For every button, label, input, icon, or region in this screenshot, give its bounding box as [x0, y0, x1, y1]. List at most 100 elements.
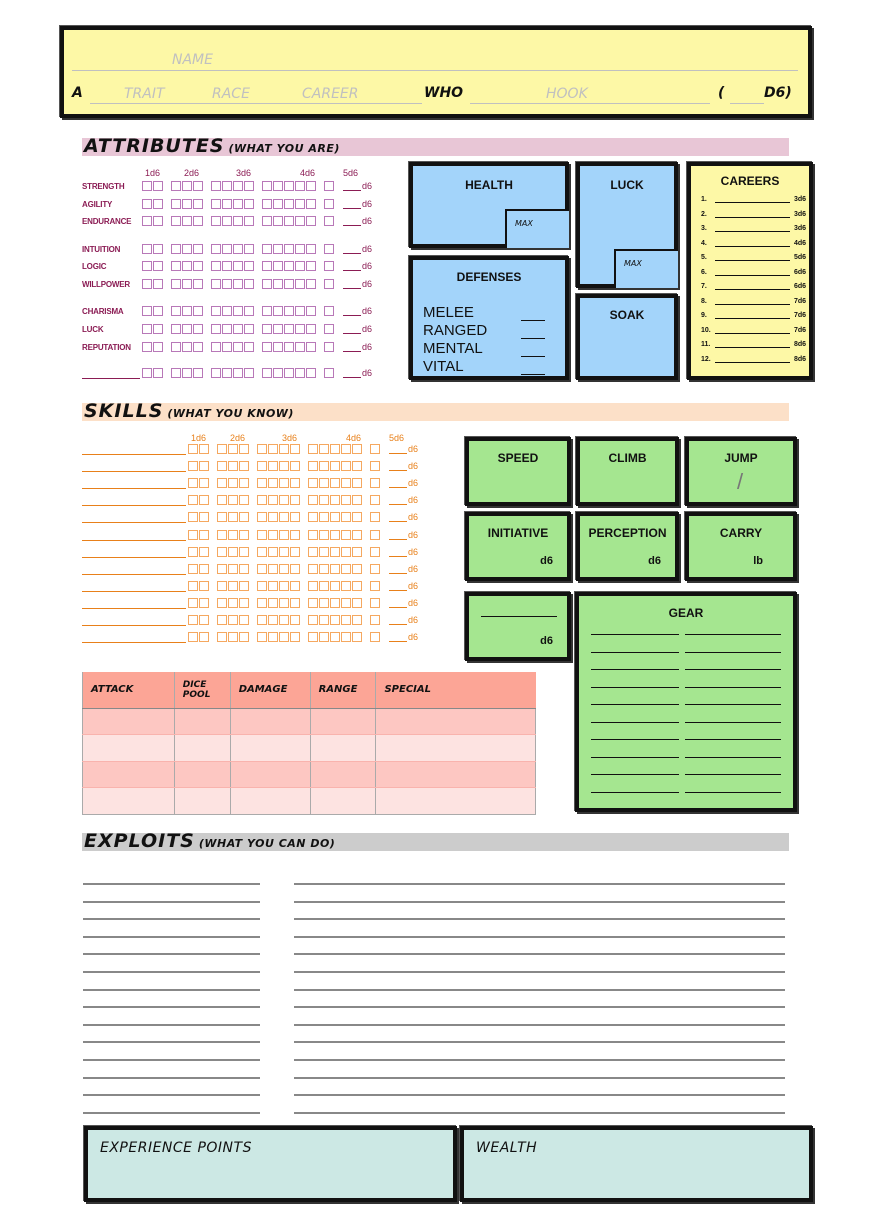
- dice-checkbox[interactable]: [308, 444, 318, 454]
- dice-checkbox[interactable]: [279, 597, 289, 608]
- gear-field[interactable]: [685, 739, 781, 740]
- dice-checkbox[interactable]: [295, 261, 305, 271]
- dice-checkbox[interactable]: [330, 632, 340, 643]
- dice-checkbox[interactable]: [273, 216, 283, 226]
- dice-checkbox[interactable]: [239, 444, 249, 454]
- dice-checkbox[interactable]: [182, 306, 192, 316]
- dice-checkbox[interactable]: [306, 244, 316, 254]
- career-name-field[interactable]: [715, 327, 790, 334]
- dice-checkbox[interactable]: [295, 181, 305, 191]
- dice-checkbox[interactable]: [233, 261, 243, 271]
- dice-checkbox[interactable]: [257, 444, 267, 454]
- dice-checkbox[interactable]: [279, 580, 289, 591]
- dice-checkbox[interactable]: [306, 306, 316, 316]
- dice-checkbox[interactable]: [290, 597, 300, 608]
- attribute-dice-value[interactable]: d6: [343, 279, 372, 289]
- dice-checkbox[interactable]: [273, 279, 283, 289]
- attack-cell[interactable]: [229, 761, 311, 788]
- exploit-name-field[interactable]: [83, 1006, 260, 1009]
- career-name-field[interactable]: [715, 240, 790, 247]
- dice-checkbox[interactable]: [233, 279, 243, 289]
- name-field[interactable]: [72, 70, 798, 71]
- career-name-field[interactable]: [715, 341, 790, 348]
- dice-checkbox[interactable]: [324, 261, 334, 271]
- exploit-name-field[interactable]: [83, 918, 260, 921]
- exploit-name-field[interactable]: [83, 900, 260, 903]
- exploit-description-field[interactable]: [294, 1076, 785, 1079]
- dice-checkbox[interactable]: [262, 279, 272, 289]
- dice-checkbox[interactable]: [279, 546, 289, 557]
- attack-cell[interactable]: [82, 787, 175, 815]
- dice-checkbox[interactable]: [352, 615, 362, 625]
- dice-checkbox[interactable]: [222, 342, 232, 352]
- dice-checkbox[interactable]: [211, 181, 221, 191]
- dice-checkbox[interactable]: [233, 216, 243, 226]
- skill-name-field[interactable]: [82, 556, 186, 558]
- dice-checkbox[interactable]: [257, 632, 267, 643]
- dice-checkbox[interactable]: [222, 279, 232, 289]
- dice-checkbox[interactable]: [295, 306, 305, 316]
- dice-checkbox[interactable]: [370, 632, 380, 643]
- dice-checkbox[interactable]: [284, 306, 294, 316]
- skill-dice-value[interactable]: d6: [389, 530, 418, 540]
- exploit-name-field[interactable]: [83, 1041, 260, 1044]
- dice-checkbox[interactable]: [211, 306, 221, 316]
- gear-field[interactable]: [685, 774, 781, 775]
- dice-checkbox[interactable]: [244, 181, 254, 191]
- dice-checkbox[interactable]: [319, 495, 329, 506]
- dice-checkbox[interactable]: [324, 181, 334, 191]
- dice-checkbox[interactable]: [182, 342, 192, 352]
- skill-dice-value[interactable]: d6: [389, 512, 418, 523]
- dice-checkbox[interactable]: [319, 597, 329, 608]
- dice-checkbox[interactable]: [352, 461, 362, 472]
- dice-checkbox[interactable]: [244, 324, 254, 334]
- dice-checkbox[interactable]: [199, 632, 209, 643]
- dice-checkbox[interactable]: [217, 632, 227, 643]
- dice-checkbox[interactable]: [228, 461, 238, 472]
- dice-checkbox[interactable]: [262, 342, 272, 352]
- defense-value-field[interactable]: [521, 356, 545, 357]
- identity-field[interactable]: [90, 103, 422, 104]
- dice-checkbox[interactable]: [370, 444, 380, 454]
- gear-field[interactable]: [685, 704, 781, 705]
- exploit-description-field[interactable]: [294, 1041, 785, 1044]
- exploit-name-field[interactable]: [83, 988, 260, 991]
- dice-checkbox[interactable]: [188, 444, 198, 454]
- dice-checkbox[interactable]: [370, 529, 380, 540]
- perception-box[interactable]: PERCEPTION d6: [576, 512, 679, 581]
- skill-dice-value[interactable]: d6: [389, 581, 418, 591]
- dice-checkbox[interactable]: [324, 244, 334, 254]
- dice-checkbox[interactable]: [370, 580, 380, 591]
- dice-checkbox[interactable]: [217, 563, 227, 574]
- dice-checkbox[interactable]: [341, 461, 351, 472]
- dice-checkbox[interactable]: [330, 580, 340, 591]
- gear-field[interactable]: [685, 791, 781, 793]
- experience-box[interactable]: EXPERIENCE POINTS: [84, 1126, 457, 1202]
- exploit-description-field[interactable]: [294, 1111, 785, 1114]
- exploit-description-field[interactable]: [294, 1023, 785, 1026]
- dice-checkbox[interactable]: [370, 461, 380, 472]
- dice-checkbox[interactable]: [295, 199, 305, 209]
- dice-checkbox[interactable]: [308, 461, 318, 472]
- dice-checkbox[interactable]: [171, 199, 181, 209]
- dice-checkbox[interactable]: [217, 478, 227, 489]
- dice-checkbox[interactable]: [217, 495, 227, 506]
- exploit-description-field[interactable]: [294, 900, 785, 903]
- attribute-dice-value[interactable]: d6: [343, 181, 372, 191]
- dice-checkbox[interactable]: [257, 563, 267, 574]
- dice-checkbox[interactable]: [188, 478, 198, 489]
- dice-checkbox[interactable]: [324, 342, 334, 352]
- attack-cell[interactable]: [173, 708, 231, 735]
- dice-checkbox[interactable]: [142, 216, 152, 226]
- dice-checkbox[interactable]: [284, 279, 294, 289]
- dice-checkbox[interactable]: [239, 580, 249, 591]
- attribute-dice-value[interactable]: d6: [343, 306, 372, 316]
- dice-checkbox[interactable]: [199, 546, 209, 557]
- dice-checkbox[interactable]: [306, 368, 316, 378]
- dice-checkbox[interactable]: [273, 199, 283, 209]
- dice-checkbox[interactable]: [308, 529, 318, 540]
- dice-checkbox[interactable]: [295, 216, 305, 226]
- dice-checkbox[interactable]: [199, 512, 209, 523]
- dice-checkbox[interactable]: [284, 261, 294, 271]
- dice-checkbox[interactable]: [290, 478, 300, 489]
